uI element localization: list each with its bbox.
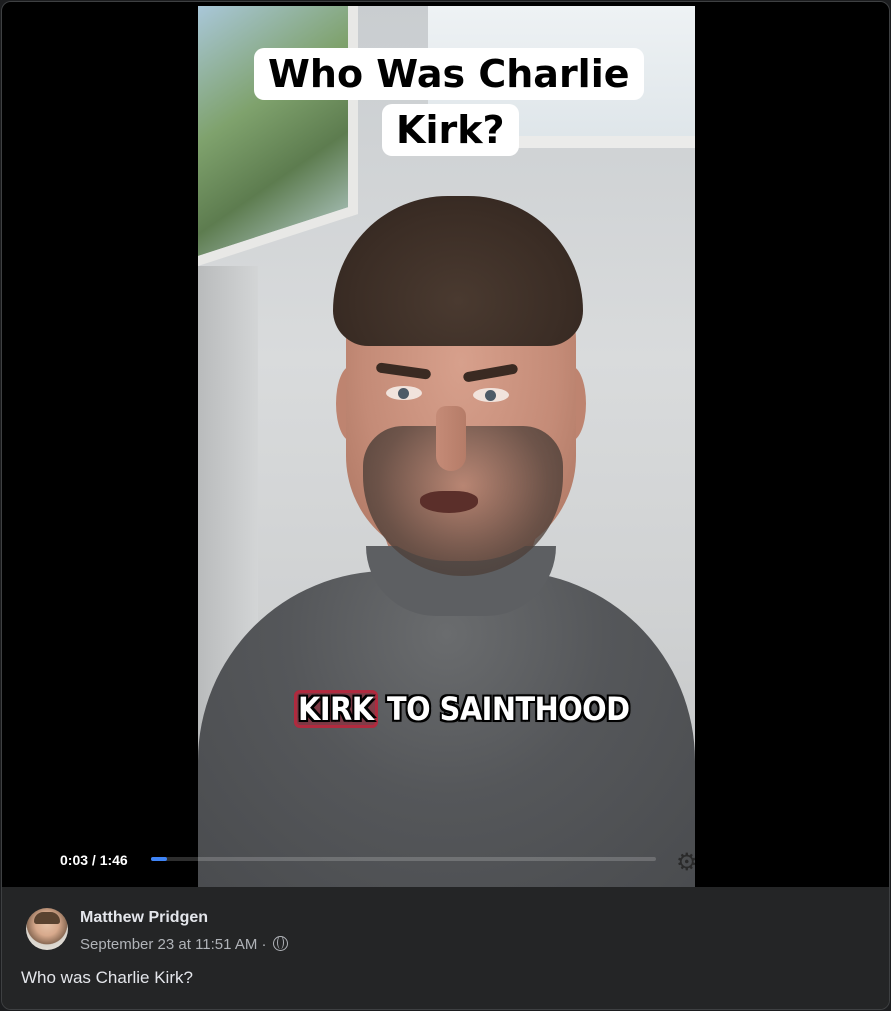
post-card: Who Was Charlie Kirk? KIRK TO SAINTHOOD … [1,1,890,1010]
person-eye [386,386,422,400]
avatar[interactable] [26,908,68,950]
caption-rest: TO SAINTHOOD [377,690,630,728]
post-date-row: September 23 at 11:51 AM · [80,936,288,953]
caption-highlight-word: KIRK [294,690,378,728]
person-shirt [198,571,695,887]
person-hair [333,196,583,346]
post-text: Who was Charlie Kirk? [21,968,193,987]
video-title-overlay-line1: Who Was Charlie [254,48,644,100]
video-caption: KIRK TO SAINTHOOD [294,690,630,728]
post-date[interactable]: September 23 at 11:51 AM [80,936,257,953]
person-mouth [420,491,478,513]
video-title-overlay-line2: Kirk? [382,104,519,156]
background-window [198,6,358,266]
separator-dot: · [261,936,267,953]
gear-icon: ⚙ [676,848,695,877]
video-progress-bar[interactable] [151,857,656,861]
video-frame[interactable]: Who Was Charlie Kirk? KIRK TO SAINTHOOD … [198,6,695,887]
video-time-display: 0:03 / 1:46 [60,852,128,868]
video-progress-fill [151,857,167,861]
video-player[interactable]: Who Was Charlie Kirk? KIRK TO SAINTHOOD … [2,2,889,887]
person-nose [436,406,466,471]
globe-icon [272,936,288,951]
person-eye [473,388,509,402]
post-meta: Matthew Pridgen September 23 at 11:51 AM… [2,887,889,1009]
author-name[interactable]: Matthew Pridgen [80,909,208,927]
